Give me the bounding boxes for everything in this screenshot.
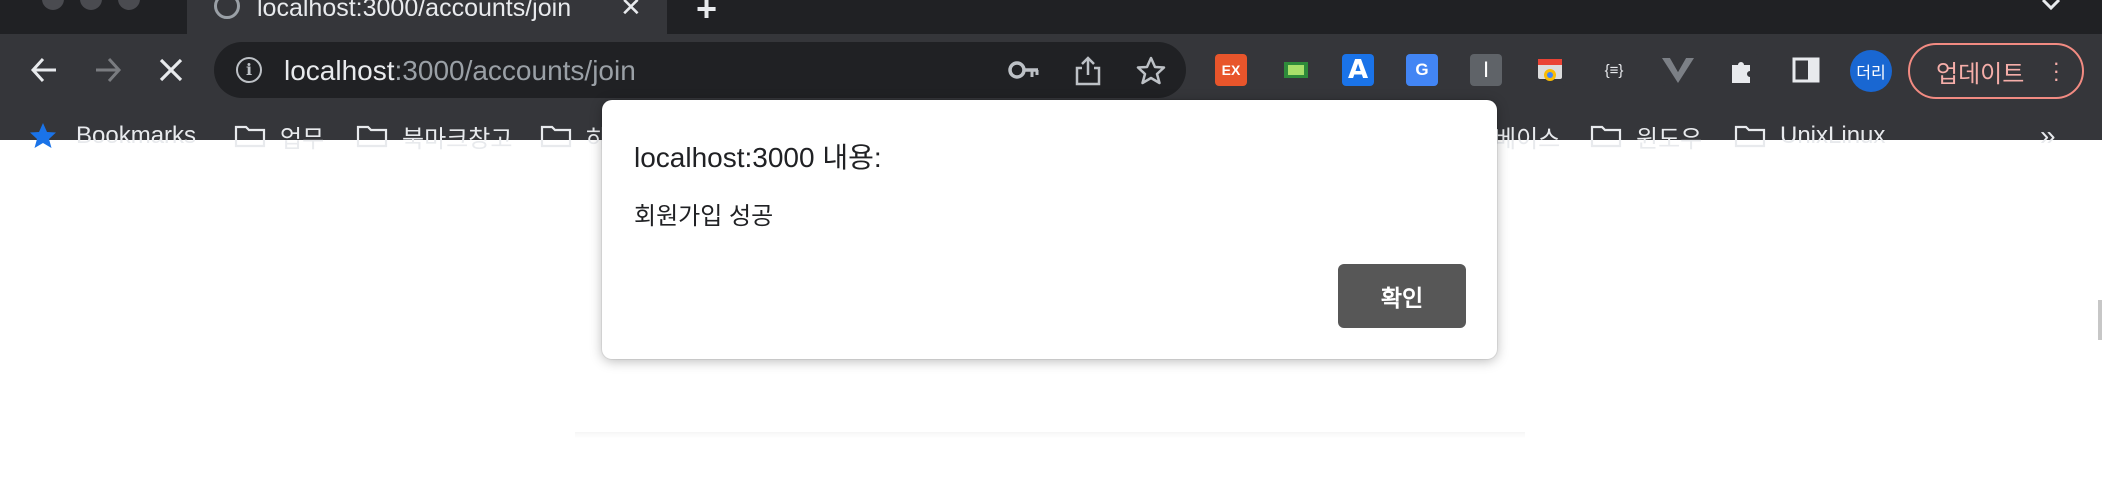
folder-icon — [540, 125, 572, 148]
vue-devtools-icon[interactable] — [1662, 54, 1694, 86]
bookmark-folder-partial[interactable]: 하 — [540, 118, 608, 154]
bookmark-folder-base[interactable]: 베이스 — [1494, 118, 1560, 154]
forward-arrow-icon[interactable] — [90, 52, 126, 88]
a-extension-icon[interactable]: A — [1342, 54, 1374, 86]
new-tab-button[interactable]: + — [696, 0, 717, 30]
page-divider — [575, 432, 1525, 438]
json-extension-icon[interactable]: {≡} — [1598, 54, 1630, 86]
web-app-icon[interactable] — [1534, 54, 1566, 86]
ex-extension-icon[interactable]: EX — [1215, 54, 1247, 86]
tab-close-icon[interactable]: ✕ — [620, 0, 642, 23]
maximize-window-icon[interactable] — [118, 0, 140, 10]
folder-icon — [1590, 125, 1622, 148]
google-translate-icon[interactable]: G — [1406, 54, 1438, 86]
back-arrow-icon[interactable] — [26, 52, 62, 88]
minimize-window-icon[interactable] — [80, 0, 102, 10]
dialog-title: localhost:3000 내용: — [634, 142, 882, 173]
n-extension-icon[interactable] — [1280, 54, 1312, 86]
bookmark-folder-work[interactable]: 업무 — [234, 118, 324, 154]
bookmarks-star[interactable]: Bookmarks — [28, 118, 196, 154]
address-url[interactable]: localhost:3000/accounts/join — [284, 55, 636, 87]
more-menu-icon[interactable]: · · · — [2053, 52, 2060, 90]
update-label: 업데이트 — [1936, 60, 2025, 88]
site-info-icon[interactable]: i — [236, 57, 262, 83]
alert-dialog: localhost:3000 내용: 회원가입 성공 확인 — [602, 100, 1497, 359]
tab-title: localhost:3000/accounts/join — [257, 0, 572, 22]
side-panel-icon[interactable] — [1790, 54, 1822, 86]
scrollbar[interactable] — [2098, 300, 2102, 340]
star-icon — [30, 123, 56, 148]
address-bar[interactable]: i localhost:3000/accounts/join — [214, 42, 1186, 98]
ok-button[interactable]: 확인 — [1338, 264, 1466, 328]
share-icon[interactable] — [1074, 56, 1102, 91]
key-icon[interactable] — [1008, 56, 1040, 89]
close-window-icon[interactable] — [42, 0, 64, 10]
stop-loading-icon[interactable] — [153, 52, 189, 88]
update-button[interactable]: 업데이트 · · · — [1908, 43, 2084, 99]
bookmarks-overflow-chevron[interactable]: » — [2040, 120, 2056, 152]
tab-strip: localhost:3000/accounts/join ✕ + — [0, 0, 2102, 34]
dialog-message: 회원가입 성공 — [634, 203, 774, 230]
loading-spinner-icon — [214, 0, 240, 19]
tab-search-chevron-icon[interactable] — [2040, 0, 2062, 19]
bookmark-folder-unixlinux[interactable]: UnixLinux — [1734, 118, 1885, 154]
folder-icon — [356, 125, 388, 148]
bookmark-folder-storage[interactable]: 북마크창고 — [356, 118, 512, 154]
profile-avatar[interactable]: 더리 — [1850, 50, 1892, 92]
extensions-puzzle-icon[interactable] — [1727, 54, 1759, 86]
bookmark-folder-windows[interactable]: 윈도우 — [1590, 118, 1702, 154]
tab-active[interactable]: localhost:3000/accounts/join ✕ — [187, 0, 667, 34]
bookmark-star-icon[interactable] — [1136, 56, 1166, 91]
folder-icon — [1734, 125, 1766, 148]
i-extension-icon[interactable]: I — [1470, 54, 1502, 86]
folder-icon — [234, 125, 266, 148]
